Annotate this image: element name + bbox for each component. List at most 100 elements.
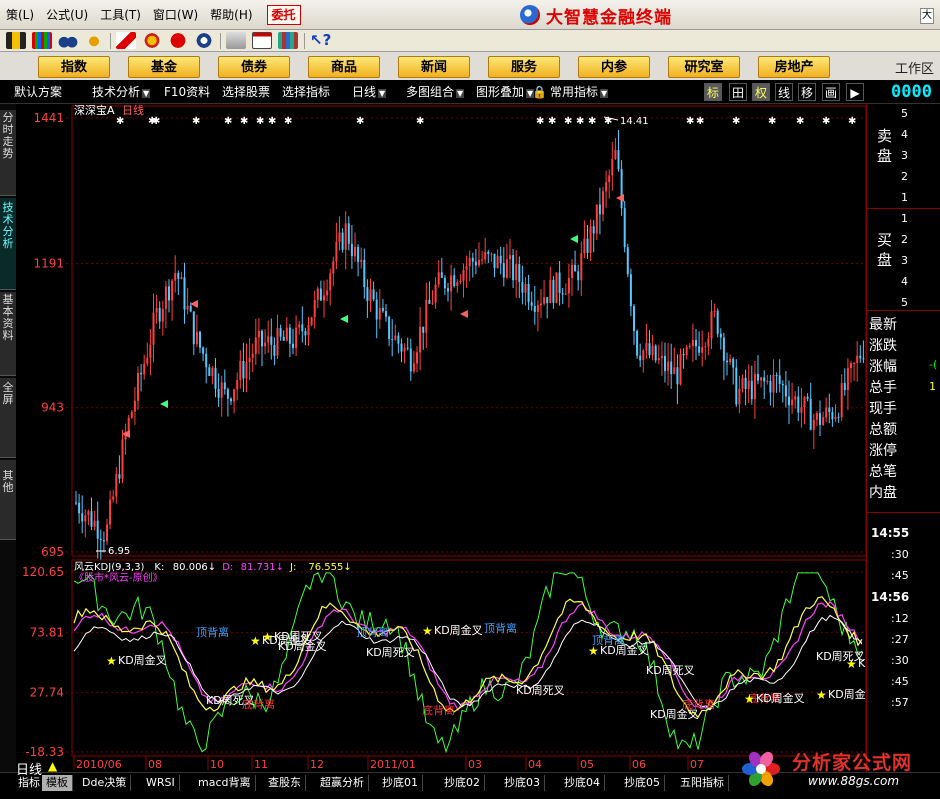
tab-intraday[interactable]: 分时走势: [0, 110, 16, 196]
candle-body: [137, 372, 139, 401]
connect-icon[interactable]: [6, 32, 26, 49]
nav-research[interactable]: 研究室: [668, 56, 740, 78]
candle-body: [626, 247, 629, 275]
chart-area[interactable]: 1441 1191 943 695 120.65 73.81 27.74 -18.33 深深宝A…: [16, 104, 868, 772]
bottom-tab[interactable]: 抄底01: [378, 775, 423, 791]
common-indicator-select[interactable]: 常用指标: [550, 83, 608, 101]
period-select[interactable]: 日线: [352, 83, 386, 101]
candle-body: [344, 223, 347, 250]
binoculars-icon[interactable]: [58, 32, 78, 49]
candle-body: [763, 377, 766, 382]
alarm-icon[interactable]: [84, 32, 104, 49]
bottom-tab[interactable]: macd背离: [194, 775, 256, 791]
bottom-tab[interactable]: 抄底02: [440, 775, 485, 791]
nav-insider[interactable]: 内参: [578, 56, 650, 78]
sell-label: 卖盘: [877, 127, 893, 165]
candle-body: [230, 398, 232, 402]
bottom-tab[interactable]: 抄底04: [560, 775, 605, 791]
select-stock-button[interactable]: 选择股票: [222, 83, 270, 101]
f10-button[interactable]: F10资料: [164, 83, 210, 101]
help-cursor-icon[interactable]: ↖?: [310, 32, 331, 49]
lock-icon[interactable]: 🔒: [532, 83, 547, 101]
menu-tools[interactable]: 工具(T): [94, 4, 147, 26]
grid-button[interactable]: 田: [729, 83, 747, 101]
draw-button[interactable]: 画: [822, 83, 840, 101]
nav-service[interactable]: 服务: [488, 56, 560, 78]
buy-level: 1: [901, 212, 908, 225]
notepad-icon[interactable]: [226, 32, 246, 49]
nav-fund[interactable]: 基金: [128, 56, 200, 78]
bottom-tab[interactable]: 超赢分析: [316, 775, 369, 791]
candle-body: [372, 289, 375, 300]
chart-canvas[interactable]: 1441 1191 943 695 120.65 73.81 27.74 -18.33 深深宝A…: [16, 104, 868, 772]
overlay-select[interactable]: 图形叠加: [476, 83, 534, 101]
candle-body: [214, 367, 217, 389]
candle-body: [691, 339, 694, 346]
rights-button[interactable]: 权: [752, 83, 770, 101]
candle-body: [738, 388, 741, 405]
quote-counter: 0000: [891, 82, 932, 102]
no-icon[interactable]: [168, 32, 188, 49]
stock-name: 深深宝A: [74, 104, 115, 117]
candle-body: [425, 299, 428, 333]
sell-level: 3: [901, 149, 908, 162]
tech-analysis-menu[interactable]: 技术分析: [92, 83, 150, 101]
flag-icon[interactable]: [116, 32, 136, 49]
tick-time: 14:56: [871, 590, 910, 604]
bars-icon[interactable]: [32, 32, 52, 49]
tab-other[interactable]: 其他: [0, 460, 16, 540]
candle-body: [521, 281, 524, 293]
multi-chart-select[interactable]: 多图组合: [406, 83, 464, 101]
candle-body: [180, 277, 183, 279]
workarea-label[interactable]: 工作区: [895, 58, 934, 77]
candle-body: [586, 238, 589, 253]
bottom-tab[interactable]: 指标: [14, 775, 45, 791]
corner-button[interactable]: 大: [920, 8, 934, 24]
candle-body: [682, 353, 685, 356]
candle-body: [453, 275, 456, 287]
bottom-tab[interactable]: 抄底03: [500, 775, 545, 791]
bottom-tab[interactable]: 查股东: [264, 775, 306, 791]
candle-body: [474, 261, 477, 266]
nav-realestate[interactable]: 房地产: [758, 56, 830, 78]
bottom-tab[interactable]: 抄底05: [620, 775, 665, 791]
layout-icon[interactable]: [252, 32, 272, 49]
bottom-tab[interactable]: 模板: [42, 775, 73, 791]
mark-button[interactable]: 标: [704, 83, 722, 101]
watermark-url: www.88gs.com: [808, 774, 900, 788]
select-indicator-button[interactable]: 选择指标: [282, 83, 330, 101]
percent-icon[interactable]: [194, 32, 214, 49]
nav-bond[interactable]: 债券: [218, 56, 290, 78]
nav-commodity[interactable]: 商品: [308, 56, 380, 78]
candle-body: [350, 243, 353, 257]
bottom-tab[interactable]: WRSI: [142, 775, 180, 791]
bottom-tab[interactable]: Dde决策: [78, 775, 132, 791]
candle-body: [118, 474, 121, 479]
nav-news[interactable]: 新闻: [398, 56, 470, 78]
books-icon[interactable]: [278, 32, 298, 49]
diamond-icon[interactable]: [142, 32, 162, 49]
scheme-select[interactable]: 默认方案: [14, 83, 62, 101]
menu-formula[interactable]: 公式(U): [40, 4, 94, 26]
menu-strategy[interactable]: 策(L): [0, 4, 40, 26]
nav-index[interactable]: 指数: [38, 56, 110, 78]
period-up-icon[interactable]: ▲: [48, 759, 57, 773]
tab-technical[interactable]: 技术分析: [0, 198, 16, 290]
signal-dot-marker: ✱: [116, 116, 124, 127]
signal-arrow: [616, 194, 624, 202]
orderbook-divider: [867, 208, 940, 209]
signal-dot-marker: ✱: [604, 116, 612, 127]
tab-fundamental[interactable]: 基本资料: [0, 292, 16, 376]
play-button[interactable]: ▶: [846, 83, 864, 101]
candle-body: [502, 263, 505, 278]
candle-body: [292, 343, 294, 348]
menu-window[interactable]: 窗口(W): [147, 4, 204, 26]
menu-help[interactable]: 帮助(H): [204, 4, 258, 26]
tab-fullscreen[interactable]: 全屏: [0, 378, 16, 458]
move-button[interactable]: 移: [798, 83, 816, 101]
candle-body: [772, 375, 775, 393]
candle-body: [608, 175, 611, 183]
weituo-button[interactable]: 委托: [266, 4, 301, 25]
line-button[interactable]: 线: [775, 83, 793, 101]
bottom-tab[interactable]: 五阳指标: [676, 775, 729, 791]
